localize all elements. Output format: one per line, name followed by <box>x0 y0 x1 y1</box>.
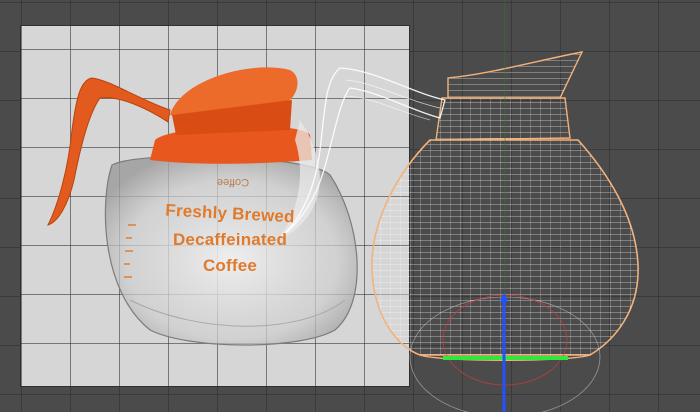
label-mirrored: Coffee <box>216 176 250 188</box>
label-line-2: Decaffeinated <box>172 230 288 249</box>
viewport-overlay <box>47 0 639 412</box>
label-line-3: Coffee <box>202 256 258 275</box>
3d-viewport[interactable]: Coffee Freshly Brewed Decaffeinated Coff… <box>0 0 700 412</box>
